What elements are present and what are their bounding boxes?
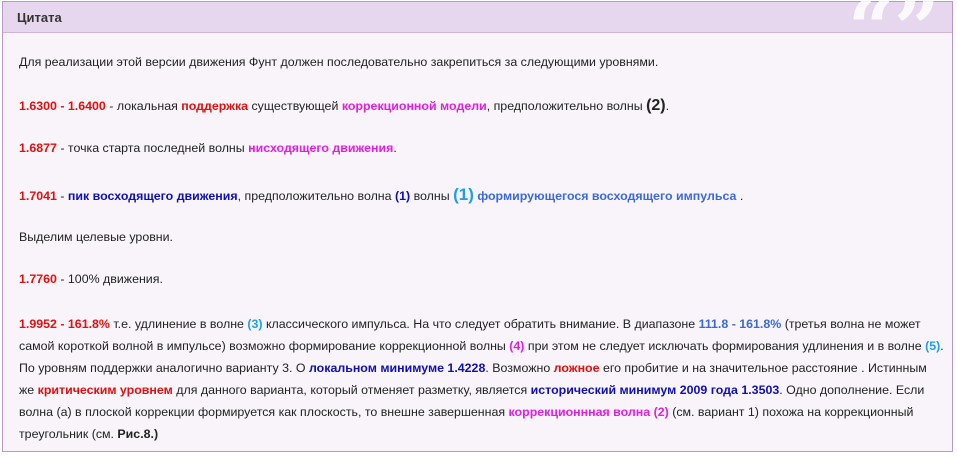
range-value: 111.8 - 161.8% <box>698 317 782 331</box>
level-value: 1.9952 - 161.8% <box>19 317 110 331</box>
targets-heading: Выделим целевые уровни. <box>19 230 173 244</box>
text: - точка старта последней волны <box>56 141 249 155</box>
text: , предположительно волны <box>486 99 647 113</box>
highlight-impulse: формирующегося восходящего импульса <box>477 189 737 203</box>
level-value: 1.6877 <box>19 141 57 155</box>
wave-label: (5) <box>925 339 941 353</box>
text: . <box>393 141 397 155</box>
text: при этом не следует исключать формирован… <box>524 339 926 353</box>
text: - локальная <box>105 99 182 113</box>
target-paragraph: 1.9952 - 161.8% т.е. удлинение в волне (… <box>19 313 944 445</box>
level-value: 1.7760 <box>19 272 57 286</box>
highlight-support: поддержка <box>181 99 249 113</box>
highlight-correction-model: коррекционной модели <box>341 99 487 113</box>
highlight-local-min: локальном минимуме 1.4228 <box>308 361 486 375</box>
intro-line: Для реализации этой версии движения Фунт… <box>19 55 658 69</box>
text: волны <box>410 189 454 203</box>
text: . <box>665 99 670 113</box>
text: - 100% движения. <box>56 272 163 286</box>
quote-header: Цитата “” <box>3 0 952 68</box>
wave-label: (2) <box>653 405 669 419</box>
level-line-2: 1.6877 - точка старта последней волны ни… <box>19 141 397 155</box>
level-value: 1.7041 <box>19 189 57 203</box>
highlight-critical: критическим уровнем <box>37 383 173 397</box>
highlight-correction-wave: коррекционнная волна <box>508 405 651 419</box>
text: - <box>56 189 68 203</box>
wave-label: (4) <box>509 339 525 353</box>
intro-text: Для реализации этой версии движения Фунт… <box>19 55 659 69</box>
wave-label: (1) <box>394 189 411 203</box>
text: для данного варианта, который отменяет р… <box>172 383 531 397</box>
quote-title: Цитата <box>17 10 62 25</box>
highlight-historic-min: исторический минимум 2009 года 1.3503 <box>530 383 780 397</box>
wave-label: (2) <box>646 97 666 114</box>
level-line-4: 1.7760 - 100% движения. <box>19 272 163 286</box>
text: т.е. удлинение в волне <box>109 317 248 331</box>
text: Выделим целевые уровни. <box>19 230 173 244</box>
highlight-peak: пик восходящего движения <box>67 189 238 203</box>
wave-label-large: (1) <box>453 185 474 204</box>
level-line-3: 1.7041 - пик восходящего движения, предп… <box>19 185 743 205</box>
text: классического импульса. На что следует о… <box>262 317 699 331</box>
level-value: 1.6300 - 1.6400 <box>19 99 106 113</box>
text: . <box>736 189 744 203</box>
figure-ref: Рис.8.) <box>117 427 159 441</box>
quote-box: Цитата “” Для реализации этой версии дви… <box>2 0 953 452</box>
text: существующей <box>248 99 342 113</box>
level-line-1: 1.6300 - 1.6400 - локальная поддержка су… <box>19 97 669 115</box>
quote-marks-icon: “” <box>847 0 940 75</box>
wave-label: (3) <box>247 317 263 331</box>
text: , предположительно волна <box>237 189 395 203</box>
text: . Возможно <box>485 361 554 375</box>
highlight-false: ложное <box>553 361 600 375</box>
highlight-descending: нисходящего движения <box>248 141 394 155</box>
